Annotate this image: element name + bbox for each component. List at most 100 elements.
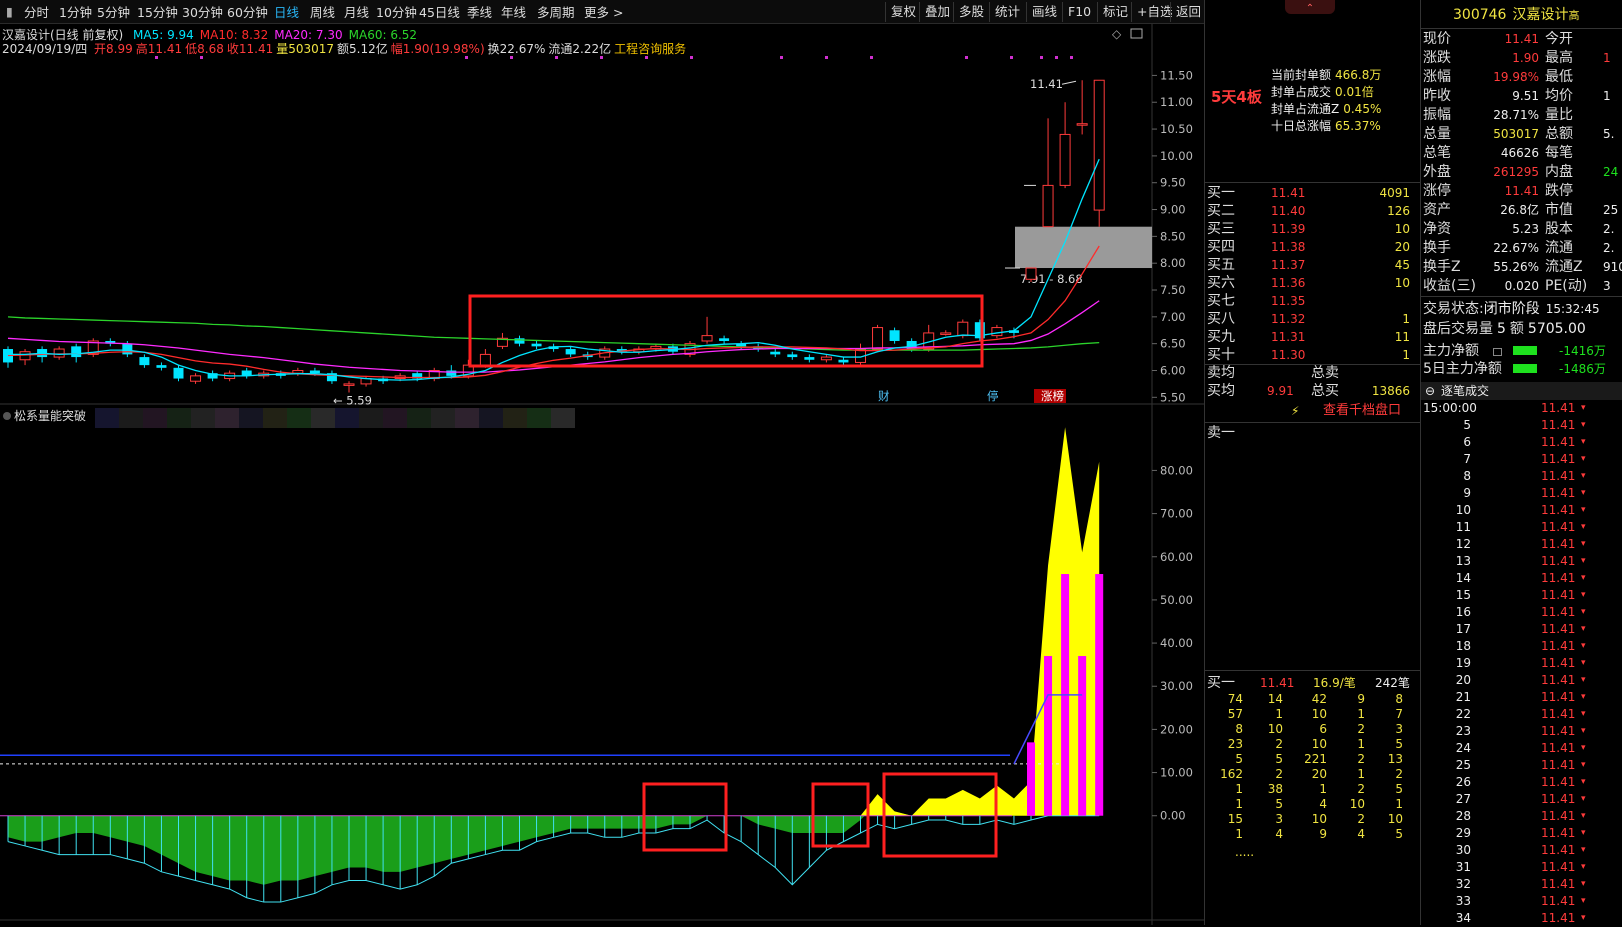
bid-price-3[interactable]: 11.38: [1271, 238, 1305, 256]
period-tab-7[interactable]: 周线: [310, 4, 335, 21]
queue-cell: 2: [1275, 767, 1283, 781]
period-tab-0[interactable]: 分时: [24, 4, 49, 21]
candle-body-down: [139, 357, 150, 366]
period-toolbar: 分时 1分钟 5分钟 15分钟 30分钟 60分钟 日线 周线 月线 10分钟 45日线 季线 年线 多周…: [0, 0, 1204, 24]
bid-price-2[interactable]: 11.39: [1271, 220, 1305, 238]
quote-label2-13: PE(动): [1545, 278, 1588, 294]
tick-time: 34: [1455, 911, 1471, 925]
main-net5-label: 5日主力净额: [1423, 361, 1502, 377]
stock-tag: 高: [1568, 9, 1580, 22]
period-tab-14[interactable]: 更多 >: [584, 4, 623, 21]
lightning-icon: ⚡: [1291, 404, 1300, 418]
indicator-toggle-icon[interactable]: [3, 412, 11, 420]
full-depth-link[interactable]: 查看千档盘口: [1323, 402, 1401, 420]
bid-volume-0: 4091: [1379, 186, 1410, 200]
period-tab-8[interactable]: 月线: [344, 4, 369, 21]
period-tab-6[interactable]: 日线: [274, 4, 299, 21]
tick-time: 5: [1463, 418, 1471, 432]
toolbar-btn-6[interactable]: 标记: [1097, 2, 1133, 22]
quote-label-0: 现价: [1423, 31, 1451, 47]
volume-green-area: [8, 802, 1100, 885]
collapse-up-icon[interactable]: ⌃: [1285, 0, 1335, 14]
tick-time: 24: [1455, 741, 1471, 755]
bid-price-5[interactable]: 11.36: [1271, 274, 1305, 292]
period-tab-13[interactable]: 多周期: [537, 4, 575, 21]
quote-value-9: 26.8亿: [1500, 203, 1539, 217]
tick-down-icon: ▾: [1581, 828, 1586, 838]
toolbar-btn-5[interactable]: F10: [1062, 2, 1096, 22]
tick-time: 32: [1455, 877, 1471, 891]
price-tick-label: 8.00: [1160, 256, 1186, 270]
candle-body-up: [428, 369, 440, 380]
period-tab-2[interactable]: 5分钟: [97, 4, 130, 21]
event-marker-0[interactable]: 财: [878, 389, 890, 403]
candle-body-down: [906, 340, 917, 350]
quote-value2-13: 3: [1603, 279, 1611, 293]
toolbar-btn-8[interactable]: 返回: [1170, 2, 1206, 22]
queue-cell: 5: [1275, 752, 1283, 766]
tick-price: 11.41: [1541, 775, 1576, 789]
period-tab-4[interactable]: 30分钟: [182, 4, 223, 21]
quote-label2-5: 总额: [1545, 126, 1573, 142]
event-marker-2[interactable]: 涨榜: [1041, 389, 1064, 403]
bid-price-7[interactable]: 11.32: [1271, 310, 1305, 328]
blurred-block: [407, 408, 431, 428]
toolbar-btn-1[interactable]: 叠加: [919, 2, 955, 22]
seal-item-2: 封单占流通Z 0.45%: [1271, 100, 1381, 118]
tick-price: 11.41: [1541, 435, 1576, 449]
tick-down-icon: ▾: [1581, 488, 1586, 498]
bid-price-8[interactable]: 11.31: [1271, 328, 1305, 346]
tick-time: 11: [1455, 520, 1471, 534]
bid-label-2: 买三: [1207, 221, 1235, 237]
menu-icon[interactable]: ▮: [6, 3, 13, 20]
candle-body-up: [872, 327, 884, 350]
stock-header: 300746 汉嘉设计高: [1453, 6, 1579, 25]
blurred-block: [95, 408, 119, 428]
quote-value-7: 261295: [1493, 165, 1539, 179]
ohlc-item-3: 收11.41: [226, 42, 274, 56]
candle-body-up: [923, 332, 935, 350]
candlestick-chart[interactable]: 11.50 11.00 10.50 10.00 9.50 9.00 8.50 8.00 7.50…: [0, 0, 1204, 925]
queue-cell: 9: [1357, 692, 1365, 706]
tick-down-icon: ▾: [1581, 641, 1586, 651]
candle-body-down: [565, 349, 576, 355]
period-tab-12[interactable]: 年线: [501, 4, 526, 21]
blurred-block: [383, 408, 407, 428]
candle-body-up: [650, 345, 662, 350]
queue-cell: 8: [1235, 722, 1243, 736]
tick-price: 11.41: [1541, 843, 1576, 857]
tick-price: 11.41: [1541, 809, 1576, 823]
bid-price-1[interactable]: 11.40: [1271, 202, 1305, 220]
period-tab-11[interactable]: 季线: [467, 4, 492, 21]
quote-value2-9: 25: [1603, 203, 1619, 217]
bid-price-4[interactable]: 11.37: [1271, 256, 1305, 274]
period-tab-3[interactable]: 15分钟: [137, 4, 178, 21]
candle-body-down: [71, 346, 82, 358]
seal-item-label: 当前封单额: [1271, 68, 1332, 82]
tick-time: 18: [1455, 639, 1471, 653]
candle-body-up: [224, 372, 236, 380]
ticks-collapse-icon[interactable]: ⊖: [1425, 382, 1435, 400]
period-tab-5[interactable]: 60分钟: [227, 4, 268, 21]
info-icon[interactable]: [1493, 348, 1502, 356]
toolbar-btn-2[interactable]: 多股: [953, 2, 989, 22]
bid-volume-7: 1: [1402, 312, 1410, 326]
period-tab-10[interactable]: 45日线: [419, 4, 460, 21]
quote-label-9: 资产: [1423, 202, 1451, 218]
ohlc-item-2: 低8.68: [185, 42, 224, 56]
bid-price-6[interactable]: 11.35: [1271, 292, 1305, 310]
toolbar-btn-3[interactable]: 统计: [989, 2, 1025, 22]
toolbar-btn-0[interactable]: 复权: [885, 2, 921, 22]
bid-price-0[interactable]: 11.41: [1271, 184, 1305, 202]
period-tab-9[interactable]: 10分钟: [376, 4, 417, 21]
tick-price: 11.41: [1541, 911, 1576, 925]
quote-value-10: 5.23: [1512, 222, 1539, 236]
toolbar-btn-4[interactable]: 画线: [1026, 2, 1062, 22]
event-marker-1[interactable]: 停: [987, 389, 999, 403]
candle-body-down: [309, 370, 320, 374]
bid-label-3: 买四: [1207, 239, 1235, 255]
seal-item-1: 封单占成交 0.01倍: [1271, 83, 1374, 101]
bid-price-9[interactable]: 11.30: [1271, 346, 1305, 364]
gap-label: 7.91 - 8.68: [1020, 272, 1083, 286]
period-tab-1[interactable]: 1分钟: [59, 4, 92, 21]
